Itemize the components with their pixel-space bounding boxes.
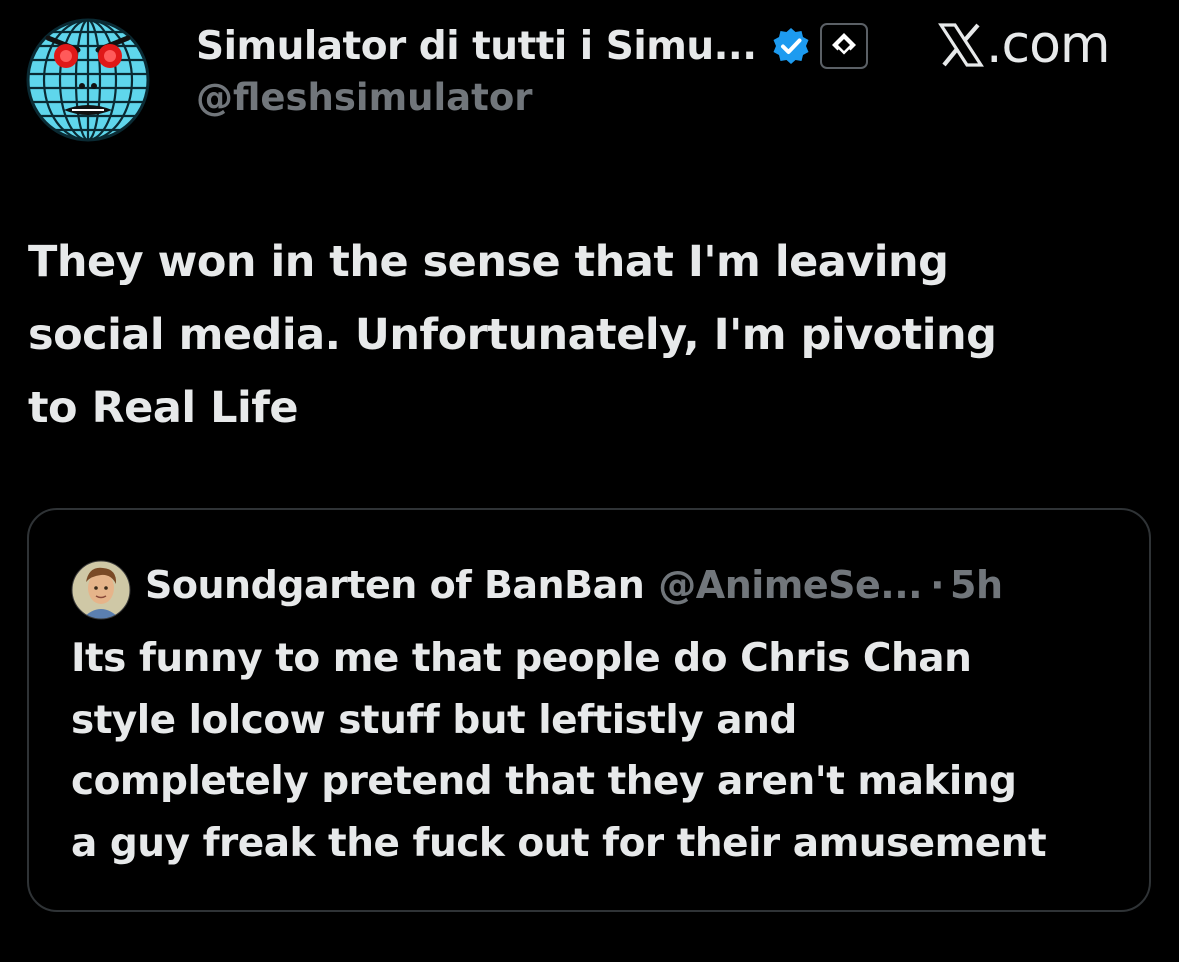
quoted-tweet-header: Soundgarten of BanBan @AnimeSe... · 5h — [145, 556, 1003, 614]
quoted-author-handle[interactable]: @AnimeSe... — [658, 563, 922, 607]
x-watermark: .com — [938, 14, 1111, 76]
watermark-suffix: .com — [986, 15, 1111, 75]
affiliate-badge-icon[interactable] — [819, 22, 869, 70]
tweet-text: They won in the sense that I'm leaving s… — [28, 237, 997, 433]
wireframe-globe-face-icon — [26, 18, 150, 142]
quoted-author-name[interactable]: Soundgarten of BanBan — [145, 563, 645, 607]
author-avatar[interactable] — [24, 16, 152, 144]
verified-badge-icon[interactable] — [771, 26, 811, 66]
quoted-tweet-text: Its funny to me that people do Chris Cha… — [71, 636, 1047, 866]
author-handle[interactable]: @fleshsimulator — [196, 76, 533, 119]
author-display-name[interactable]: Simulator di tutti i Simu... — [196, 24, 757, 69]
author-name-row: Simulator di tutti i Simu... — [196, 18, 869, 74]
quoted-tweet-timestamp[interactable]: 5h — [950, 563, 1003, 607]
quoted-author-avatar[interactable] — [71, 560, 131, 620]
separator-dot: · — [930, 563, 945, 607]
quoted-tweet-card[interactable]: Soundgarten of BanBan @AnimeSe... · 5h I… — [27, 508, 1151, 912]
portrait-avatar-icon — [71, 560, 131, 620]
x-logo-icon — [938, 23, 984, 67]
